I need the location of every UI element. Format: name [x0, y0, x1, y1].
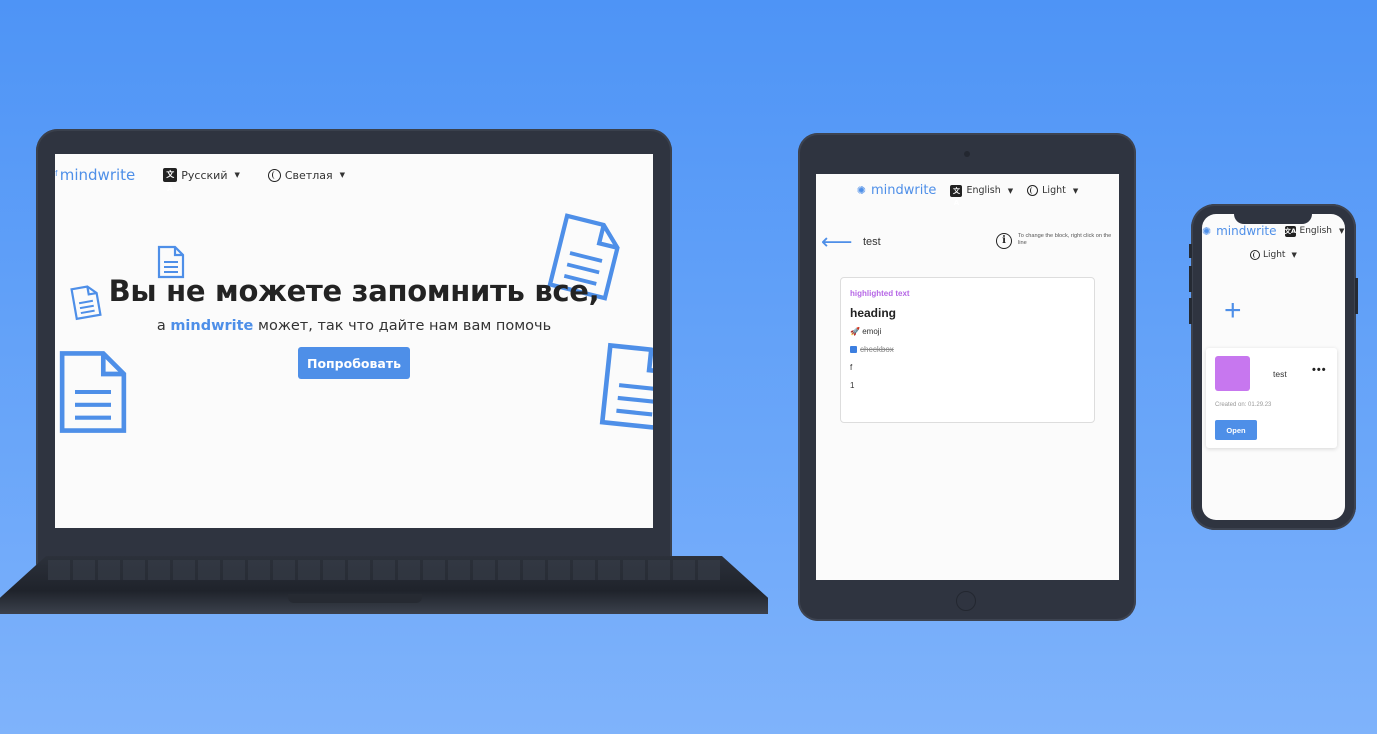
phone-logo-group[interactable]: ✺ mindwrite	[1202, 224, 1277, 238]
brain-logo-icon: ✺	[856, 184, 866, 197]
phone-side-button	[1189, 298, 1192, 324]
text-block[interactable]: 1	[850, 381, 854, 390]
checkbox-block[interactable]: checkbox	[850, 345, 894, 354]
document-icon	[57, 348, 129, 436]
caret-down-icon: ▼	[234, 171, 240, 179]
laptop-logo[interactable]: mindwrite	[60, 166, 136, 184]
phone-navbar: ✺ mindwrite 文A English ▼	[1202, 224, 1345, 238]
open-button[interactable]: Open	[1215, 420, 1257, 440]
caret-down-icon: ▼	[1072, 186, 1079, 195]
checkbox-text: checkbox	[860, 345, 894, 354]
caret-down-icon: ▼	[1007, 186, 1014, 195]
phone-power-button	[1355, 278, 1358, 314]
globe-icon	[1250, 250, 1260, 260]
document-icon	[597, 339, 653, 434]
laptop-trackpad	[288, 594, 422, 603]
laptop-language-select[interactable]: 文A Русский ▼	[163, 168, 240, 193]
info-icon[interactable]: i	[996, 233, 1012, 249]
hero-sub-suffix: может, так что дайте нам вам помочь	[258, 318, 552, 334]
theme-label: Light	[1042, 185, 1066, 196]
phone-side-button	[1189, 266, 1192, 292]
tablet-language-select[interactable]: 文A English ▼	[950, 184, 1014, 207]
globe-icon	[1027, 185, 1039, 196]
translate-icon: 文A	[1284, 225, 1297, 237]
laptop-screen: ᶠ mindwrite 文A Русский ▼ Светлая ▼ Вы не…	[55, 154, 653, 528]
caret-down-icon: ▼	[1291, 251, 1297, 259]
more-icon[interactable]: •••	[1312, 364, 1327, 376]
phone-screen: ✺ mindwrite 文A English ▼ Light ▼ + test …	[1202, 214, 1345, 520]
note-editor[interactable]: highlighted text heading 🚀 emoji checkbo…	[840, 277, 1095, 423]
phone-side-button	[1189, 244, 1192, 258]
created-date: Created on: 01.29.23	[1215, 402, 1272, 408]
note-card-title: test	[1273, 369, 1287, 379]
laptop-keyboard	[48, 560, 720, 580]
hero-subtitle: а mindwrite может, так что дайте нам вам…	[55, 318, 653, 334]
laptop-theme-select[interactable]: Светлая ▼	[267, 168, 345, 182]
hero-sub-prefix: а	[156, 318, 166, 334]
caret-down-icon: ▼	[1339, 227, 1345, 235]
phone-notch	[1234, 208, 1312, 224]
theme-label: Light	[1263, 250, 1286, 260]
logo-mark-icon: ᶠ	[55, 168, 58, 182]
caret-down-icon: ▼	[339, 171, 345, 179]
tablet-navbar: ✺ mindwrite 文A English ▼ Light ▼	[816, 183, 1119, 207]
globe-icon	[267, 168, 281, 182]
info-hint: To change the block, right click on the …	[1018, 233, 1112, 246]
promo-canvas: { "laptop": { "logo": "mindwrite", "lang…	[0, 0, 1377, 734]
checkbox-icon[interactable]	[850, 346, 857, 353]
plus-icon[interactable]: +	[1224, 296, 1242, 326]
emoji-text: emoji	[862, 327, 882, 336]
language-label: Русский	[181, 168, 228, 182]
phone-language-select[interactable]: 文A English ▼	[1284, 225, 1345, 237]
tablet-home-button	[956, 591, 976, 611]
rocket-icon: 🚀	[850, 327, 860, 336]
translate-icon: 文A	[163, 168, 178, 193]
note-card[interactable]: test ••• Created on: 01.29.23 Open	[1206, 348, 1337, 448]
translate-icon: 文A	[950, 184, 963, 207]
phone-logo: mindwrite	[1216, 224, 1277, 238]
tablet-screen: ✺ mindwrite 文A English ▼ Light ▼ ⟵ test …	[816, 174, 1119, 580]
tablet-logo: mindwrite	[870, 183, 937, 198]
phone-theme-select[interactable]: Light ▼	[1250, 250, 1297, 260]
note-thumbnail	[1215, 356, 1250, 391]
heading-block[interactable]: heading	[850, 306, 896, 320]
tablet-logo-group[interactable]: ✺ mindwrite	[857, 183, 937, 198]
note-title[interactable]: test	[863, 236, 881, 248]
hero-sub-brand: mindwrite	[170, 318, 254, 334]
tablet-theme-select[interactable]: Light ▼	[1027, 185, 1078, 196]
back-arrow-icon[interactable]: ⟵	[821, 231, 853, 253]
laptop-navbar: ᶠ mindwrite 文A Русский ▼ Светлая ▼	[55, 164, 345, 193]
language-label: English	[1299, 226, 1333, 236]
language-label: English	[966, 185, 1001, 196]
highlighted-block[interactable]: highlighted text	[850, 289, 910, 298]
emoji-block[interactable]: 🚀 emoji	[850, 327, 881, 336]
try-button[interactable]: Попробовать	[298, 347, 410, 379]
hero-title: Вы не можете запомнить все,	[108, 274, 600, 308]
brain-logo-icon: ✺	[1202, 225, 1212, 238]
text-block[interactable]: f	[850, 363, 852, 372]
theme-label: Светлая	[284, 168, 333, 182]
tablet-camera	[964, 151, 970, 157]
